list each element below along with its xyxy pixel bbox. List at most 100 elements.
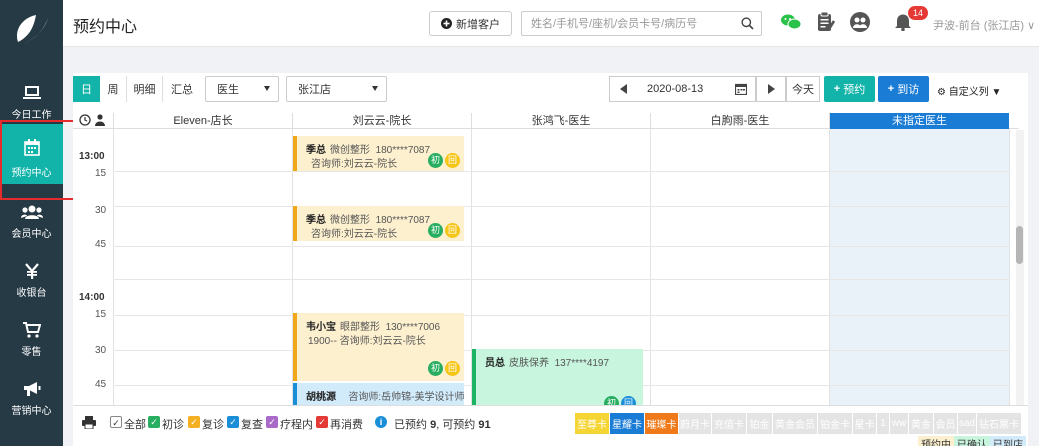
checkbox-first-visit[interactable]: ✓ — [148, 416, 160, 428]
sidebar-item-retail[interactable]: 零售 — [0, 311, 63, 367]
time-label-minute: 15 — [95, 309, 107, 320]
view-summary-button[interactable]: 汇总 — [163, 76, 201, 102]
grid-header: Eleven-店长 刘云云-院长 张鸿飞-医生 白朐雨-医生 未指定医生 — [73, 113, 1019, 129]
arrow-right-icon — [767, 84, 775, 94]
time-label-hour: 14:00 — [79, 292, 105, 303]
column-header-unassigned[interactable]: 未指定医生 — [829, 113, 1009, 129]
custom-columns-menu[interactable]: ⚙ 自定义列 ▼ — [937, 83, 1001, 98]
checkbox-recheck[interactable]: ✓ — [227, 416, 239, 428]
time-label-minute: 30 — [95, 345, 107, 356]
sidebar-item-member-center[interactable]: 会员中心 — [0, 193, 63, 249]
appointment-card[interactable]: 季总 微创整形 180****7087 咨询师:刘云云-院长 初 回 — [293, 206, 464, 241]
consultant: 咨询师:刘云云-院长 — [311, 159, 398, 170]
column-header[interactable]: 刘云云-院长 — [292, 113, 471, 129]
sidebar-item-booking-center[interactable]: 预约中心 — [0, 124, 63, 184]
scrollbar-thumb[interactable] — [1016, 226, 1023, 264]
checkbox-label: 复诊 — [202, 419, 224, 431]
visit-label: 到访 — [897, 84, 920, 96]
card-type-legend: 星卡 — [853, 413, 876, 434]
laptop-icon — [0, 82, 63, 104]
user-menu[interactable]: 尹波-前台 (张江店) ∨ — [933, 17, 1035, 33]
legend-bar: ✓ 全部 ✓ 初诊 ✓ 复诊 ✓ 复查 ✓ 疗程内 ✓ 再消费 i 已预约 9,… — [73, 405, 1028, 446]
return-tag: 回 — [445, 361, 460, 376]
plus-icon: + — [887, 83, 895, 95]
view-detail-button[interactable]: 明细 — [127, 76, 163, 102]
sidebar-item-marketing[interactable]: 营销中心 — [0, 370, 63, 426]
card-type-legend: 黄金会员 — [773, 413, 817, 434]
column-header[interactable]: 张鸿飞-医生 — [471, 113, 650, 129]
appointment-card[interactable]: 员总 皮肤保养 137****4197 初 回 — [472, 349, 643, 405]
next-day-button[interactable] — [756, 76, 786, 102]
print-icon[interactable] — [82, 416, 96, 432]
new-customer-button[interactable]: 新增客户 — [429, 11, 512, 36]
appointment-card[interactable]: 韦小宝 眼部整形 130****7006 1900-- 咨询师:刘云云-院长 初 … — [293, 313, 464, 381]
person-icon — [95, 114, 105, 129]
available-count: 91 — [478, 419, 491, 431]
date-field[interactable]: 2020-08-13 — [636, 76, 756, 102]
appointment-card[interactable]: 胡桃源 咨询师:岳帅锦-美学设计师 — [293, 383, 464, 405]
booked-text: 已预约 — [394, 419, 427, 431]
caret-down-icon — [264, 86, 270, 91]
view-day-button[interactable]: 日 — [73, 76, 100, 102]
card-type-legend: ww — [890, 413, 908, 434]
column-header[interactable]: 白朐雨-医生 — [650, 113, 829, 129]
role-select[interactable]: 医生 — [205, 76, 279, 102]
first-visit-tag: 初 — [428, 153, 443, 168]
return-tag: 回 — [445, 223, 460, 238]
clipboard-icon[interactable] — [817, 11, 836, 36]
consultant: 咨询师:刘云云-院长 — [311, 229, 398, 240]
today-button[interactable]: 今天 — [786, 76, 820, 102]
first-visit-tag: 初 — [428, 361, 443, 376]
sidebar-item-label: 预约中心 — [11, 168, 52, 179]
caret-down-icon: ▼ — [991, 87, 1002, 98]
search-input[interactable] — [522, 12, 732, 35]
calendar-icon — [0, 136, 63, 158]
scrollbar-track[interactable] — [1016, 130, 1024, 405]
prev-day-button[interactable] — [609, 76, 637, 102]
schedule-grid: Eleven-店长 刘云云-院长 张鸿飞-医生 白朐雨-医生 未指定医生 13:… — [73, 113, 1019, 405]
checkbox-return-visit[interactable]: ✓ — [188, 416, 200, 428]
column-header[interactable]: Eleven-店长 — [113, 113, 292, 129]
checkbox-label: 初诊 — [162, 419, 184, 431]
time-label-minute: 30 — [95, 205, 107, 216]
new-booking-label: 预约 — [843, 84, 866, 96]
booking-stats: 已预约 9, 可预约 91 — [394, 419, 491, 431]
custom-columns-label: 自定义列 — [948, 87, 989, 98]
notification-badge: 14 — [908, 6, 928, 20]
clock-icon — [79, 114, 91, 129]
sidebar-item-today-work[interactable]: 今日工作 — [0, 74, 63, 130]
sidebar-item-label: 零售 — [21, 347, 42, 358]
sidebar-item-cashier[interactable]: 收银台 — [0, 252, 63, 308]
megaphone-icon — [0, 378, 63, 400]
customer-name: 员总 — [485, 358, 505, 369]
checkbox-label: 复查 — [241, 419, 263, 431]
card-type-legend: 蔚月卡 — [679, 413, 711, 434]
cart-icon — [0, 319, 63, 341]
appointment-card[interactable]: 季总 微创整形 180****7087 咨询师:刘云云-院长 初 回 — [293, 136, 464, 171]
status-legend: 预约中 — [918, 436, 954, 446]
checkbox-all[interactable]: ✓ — [110, 416, 122, 428]
checkbox-repurchase[interactable]: ✓ — [316, 416, 328, 428]
store-select-value: 张江店 — [298, 84, 331, 96]
view-week-button[interactable]: 周 — [100, 76, 127, 102]
card-type-legend: 铂金卡 — [818, 413, 852, 434]
available-text: 可预约 — [442, 419, 476, 431]
group-icon[interactable] — [849, 12, 871, 35]
checkbox-label: 疗程内 — [280, 419, 313, 431]
checkbox-in-course[interactable]: ✓ — [266, 416, 278, 428]
top-header: 预约中心 新增客户 14 尹波-前台 (张江店) ∨ — [63, 0, 1039, 47]
visit-button[interactable]: + 到访 — [878, 76, 929, 102]
sidebar: 今日工作 预约中心 会员中心 收银台 零售 营销中心 — [0, 0, 63, 446]
calendar-icon[interactable] — [735, 83, 747, 95]
time-label-minute: 45 — [95, 239, 107, 250]
brand-logo[interactable] — [12, 12, 52, 48]
customer-phone: 137****4197 — [554, 358, 610, 369]
new-booking-button[interactable]: + 预约 — [824, 76, 875, 102]
consultant: 1900-- 咨询师:刘云云-院长 — [308, 336, 426, 347]
info-icon: i — [375, 416, 387, 428]
search-icon[interactable] — [741, 17, 754, 30]
booked-count: 9 — [430, 419, 437, 431]
card-type-legend: 1 — [877, 413, 889, 434]
wechat-icon[interactable] — [781, 14, 802, 33]
store-select[interactable]: 张江店 — [286, 76, 387, 102]
